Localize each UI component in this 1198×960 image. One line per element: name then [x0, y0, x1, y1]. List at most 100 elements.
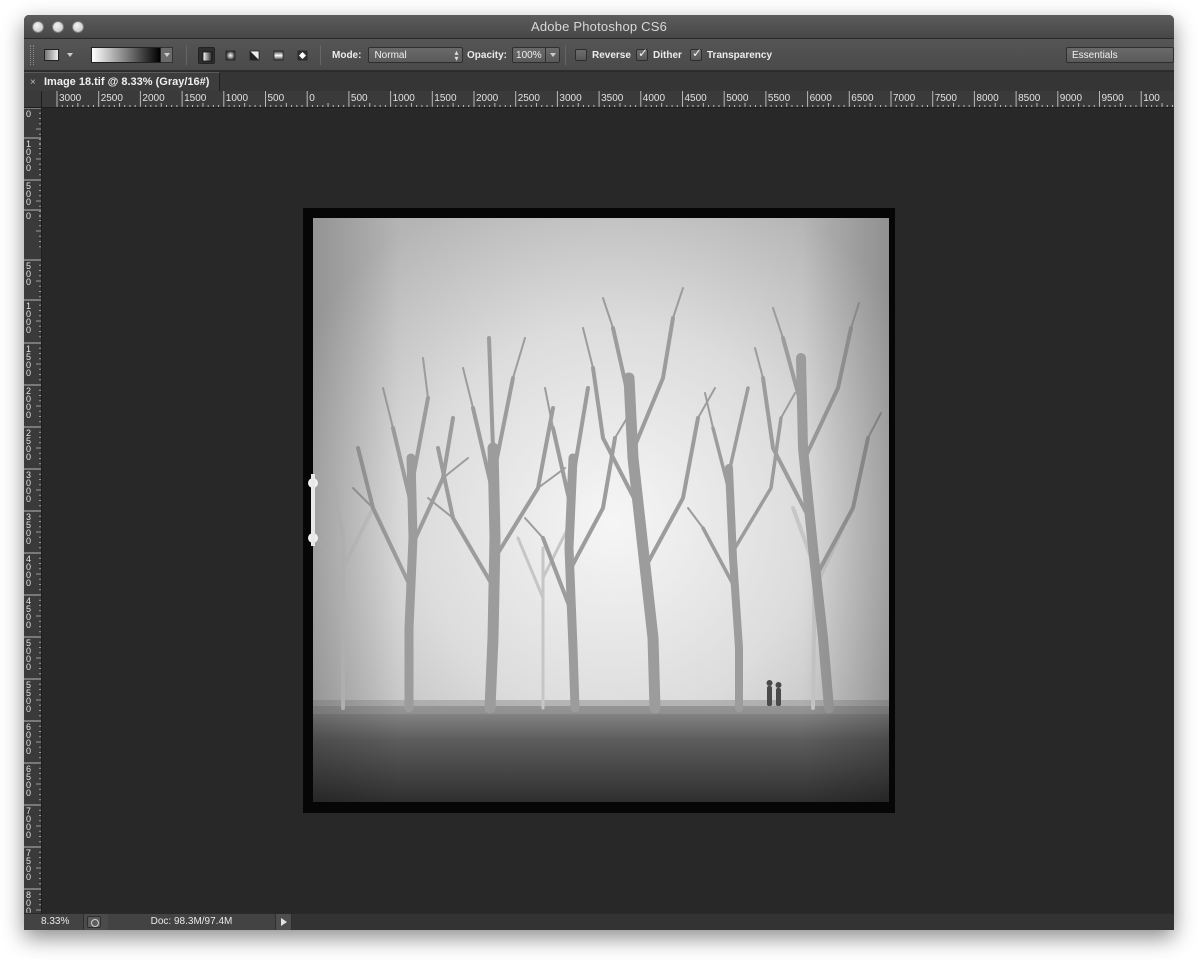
linear-gradient-button[interactable] — [198, 47, 215, 64]
ruler-label: 6500 — [851, 93, 874, 104]
diamond-gradient-icon — [297, 50, 308, 61]
options-bar-grip[interactable] — [30, 45, 34, 65]
opacity-label: Opacity: — [467, 49, 508, 61]
mode-label: Mode: — [332, 49, 362, 61]
diamond-gradient-button[interactable] — [294, 47, 311, 64]
ruler-label: 6500 — [26, 764, 31, 798]
ruler-label: 4000 — [643, 93, 666, 104]
ruler-label: 6000 — [26, 722, 31, 756]
checkmark-icon: ✓ — [638, 46, 649, 60]
ruler-label: 8000 — [976, 93, 999, 104]
chevron-down-icon — [549, 53, 556, 57]
mode-control: Mode: Normal ▴ ▾ — [332, 39, 464, 71]
opacity-field[interactable]: 100% — [512, 47, 561, 63]
ruler-label: 4000 — [26, 554, 31, 588]
transparency-option[interactable]: ✓ Transparency — [690, 39, 772, 71]
ruler-label: 500 — [26, 181, 31, 207]
document-tab-title: Image 18.tif @ 8.33% (Gray/16#) — [44, 76, 210, 88]
status-bar: 8.33% Doc: 98.3M/97.4M — [24, 913, 1174, 930]
ruler-label: 1000 — [226, 93, 249, 104]
status-menu-arrow-icon[interactable] — [276, 914, 292, 930]
ruler-label: 6000 — [810, 93, 833, 104]
photoshop-window: Adobe Photoshop CS6 Mode: Normal ▴ ▾ Opa… — [24, 15, 1174, 930]
radial-gradient-icon — [225, 50, 236, 61]
ruler-label: 9000 — [1060, 93, 1083, 104]
ruler-label: 2000 — [26, 386, 31, 420]
ruler-label: 3500 — [26, 512, 31, 546]
ruler-label: 9500 — [1102, 93, 1125, 104]
gradient-tool-icon — [44, 49, 59, 61]
chevron-down-icon — [67, 53, 73, 57]
dither-checkbox[interactable]: ✓ — [636, 46, 649, 61]
dither-label: Dither — [653, 49, 682, 61]
vertical-ruler[interactable]: 0100050005001000150020002500300035004000… — [24, 108, 42, 913]
workspace-select[interactable]: Essentials — [1066, 47, 1174, 63]
ruler-label: 5500 — [26, 680, 31, 714]
transparency-checkbox[interactable]: ✓ — [690, 46, 703, 61]
ruler-label: 0 — [26, 211, 31, 221]
document-tab[interactable]: × Image 18.tif @ 8.33% (Gray/16#) — [24, 72, 220, 91]
ruler-label: 4500 — [26, 596, 31, 630]
tab-strip — [220, 72, 1174, 91]
radial-gradient-button[interactable] — [222, 47, 239, 64]
ruler-label: 500 — [351, 93, 368, 104]
ruler-label: 0 — [309, 93, 315, 104]
divider — [565, 45, 566, 65]
workspace-switcher: Essentials — [1066, 39, 1174, 71]
zoom-level-field[interactable]: 8.33% — [24, 914, 84, 930]
reflected-gradient-button[interactable] — [270, 47, 287, 64]
reverse-label: Reverse — [592, 49, 631, 61]
ruler-label: 3500 — [601, 93, 624, 104]
ruler-label: 500 — [26, 261, 31, 287]
foggy-trees-photo — [308, 218, 889, 802]
ruler-label: 1500 — [26, 344, 31, 378]
document-profile-icon[interactable] — [87, 916, 101, 928]
document-image[interactable] — [303, 208, 895, 813]
checkmark-icon: ✓ — [692, 46, 703, 60]
close-tab-icon[interactable]: × — [30, 77, 44, 88]
tool-preset-picker[interactable] — [44, 39, 84, 71]
ruler-label: 100 — [1143, 93, 1160, 104]
ruler-label: 8000 — [26, 890, 31, 913]
updown-arrows-icon: ▴ ▾ — [454, 48, 459, 63]
canvas-area[interactable] — [42, 108, 1174, 913]
gradient-picker[interactable] — [91, 39, 175, 71]
reflected-gradient-icon — [273, 50, 284, 61]
reverse-checkbox[interactable] — [575, 49, 587, 61]
ruler-label: 0 — [26, 109, 31, 119]
ruler-label: 7500 — [935, 93, 958, 104]
mode-select[interactable]: Normal ▴ ▾ — [368, 47, 464, 63]
gradient-preview[interactable] — [91, 47, 161, 63]
ruler-origin[interactable] — [24, 91, 42, 108]
divider — [186, 45, 187, 65]
ruler-label: 8500 — [1018, 93, 1041, 104]
ruler-label: 5000 — [726, 93, 749, 104]
ruler-label: 7000 — [893, 93, 916, 104]
workspace-value: Essentials — [1072, 49, 1118, 61]
horizontal-scrollbar[interactable] — [292, 914, 1174, 930]
gradient-dropdown-button[interactable] — [161, 47, 173, 63]
opacity-value: 100% — [516, 49, 542, 61]
ruler-label: 3000 — [559, 93, 582, 104]
options-bar: Mode: Normal ▴ ▾ Opacity: 100% Reverse ✓ … — [24, 39, 1174, 71]
reverse-option[interactable]: Reverse — [575, 39, 631, 71]
chevron-down-icon — [163, 53, 170, 57]
transparency-label: Transparency — [707, 49, 773, 61]
mode-value: Normal — [374, 49, 407, 61]
vertical-ruler-ticks: 01 0 0 05 0 005 0 01 0 0 01 5 0 02 0 0 02 5 0 03 0 0 03 5 0 04 0 0 0… — [24, 108, 41, 913]
opacity-control: Opacity: 100% — [467, 39, 561, 71]
ruler-label: 2500 — [101, 93, 124, 104]
document-size-info[interactable]: Doc: 98.3M/97.4M — [108, 914, 276, 930]
title-bar[interactable]: Adobe Photoshop CS6 — [24, 15, 1174, 39]
horizontal-ruler[interactable]: 3000 2500 2000 1500 1000 500 0 500 1000 1500 2000 2… — [42, 91, 1174, 108]
dither-option[interactable]: ✓ Dither — [636, 39, 682, 71]
ruler-label: 2000 — [476, 93, 499, 104]
ruler-label: 3000 — [26, 470, 31, 504]
opacity-slider-button[interactable] — [545, 47, 559, 63]
ruler-label: 2500 — [518, 93, 541, 104]
ruler-label: 2500 — [26, 428, 31, 462]
ruler-label: 1500 — [184, 93, 207, 104]
ruler-label: 5500 — [768, 93, 791, 104]
linear-gradient-icon — [202, 51, 213, 62]
angle-gradient-button[interactable] — [246, 47, 263, 64]
